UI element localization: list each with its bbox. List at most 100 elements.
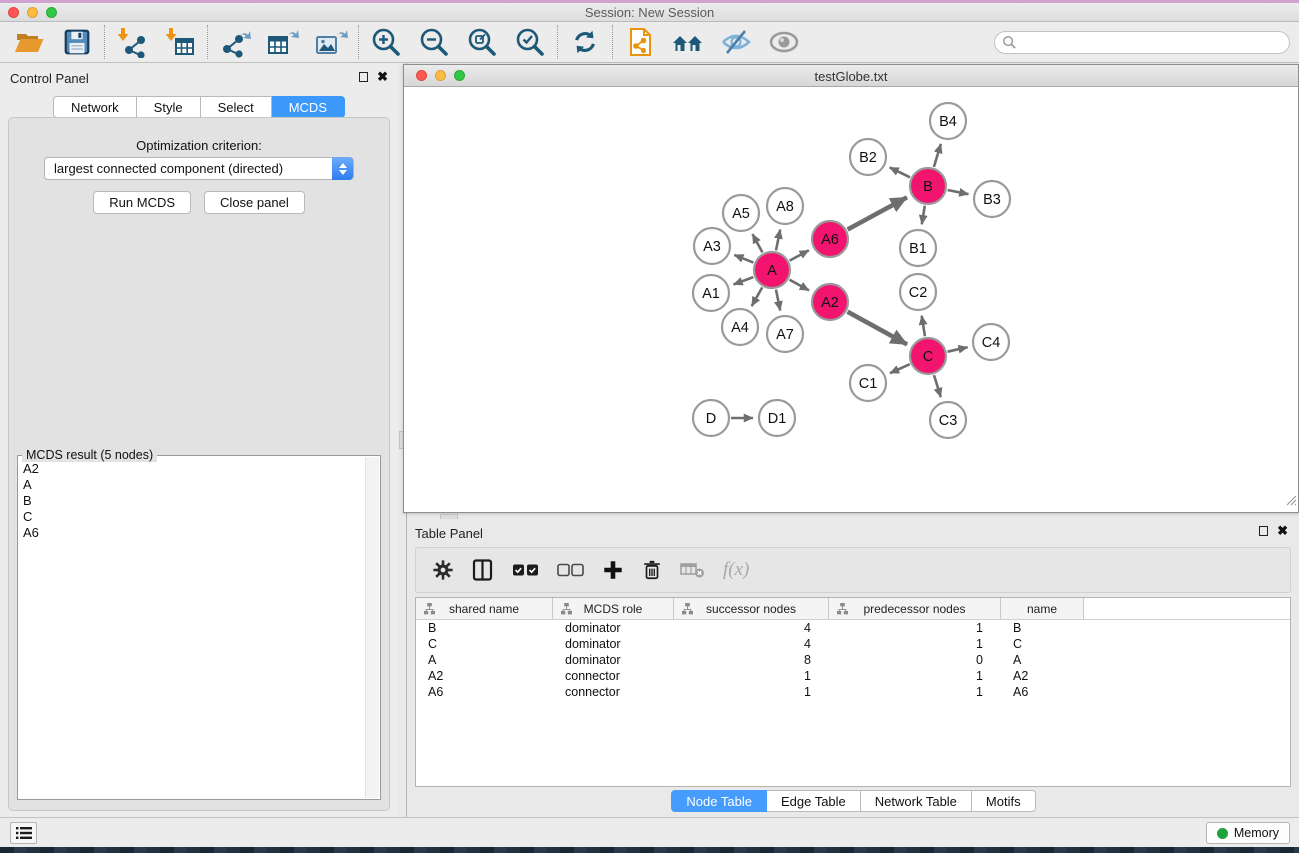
cell[interactable]: 4 [674,636,829,652]
close-panel-icon[interactable]: ✖ [377,72,388,82]
graph-node-A4[interactable]: A4 [722,309,758,345]
run-mcds-button[interactable]: Run MCDS [93,191,191,214]
graph-node-C4[interactable]: C4 [973,324,1009,360]
result-item[interactable]: A [20,477,364,493]
float-table-panel-icon[interactable] [1259,526,1268,536]
control-tab-select[interactable]: Select [201,96,272,118]
cell[interactable]: C [1001,636,1084,652]
cell[interactable]: A [1001,652,1084,668]
close-table-panel-icon[interactable]: ✖ [1277,526,1288,536]
zoom-in-icon[interactable] [367,24,405,60]
cell[interactable]: B [416,620,553,636]
graph-node-A[interactable]: A [754,252,790,288]
cell[interactable]: 1 [674,684,829,700]
cell[interactable]: A6 [1001,684,1084,700]
table-row[interactable]: Bdominator41B [416,620,1290,636]
export-table-icon[interactable] [264,24,302,60]
graph-node-B1[interactable]: B1 [900,230,936,266]
graph-edge-B-B4[interactable] [934,144,941,167]
graph-node-C2[interactable]: C2 [900,274,936,310]
select-all-icon[interactable] [512,562,540,578]
graph-edge-C-C1[interactable] [890,364,910,373]
cell[interactable]: A6 [416,684,553,700]
result-scrollbar[interactable] [365,457,379,798]
cell[interactable]: 1 [829,668,1001,684]
optimization-criterion-select[interactable]: largest connected component (directed) [44,157,354,180]
control-tab-style[interactable]: Style [137,96,201,118]
zoom-selected-icon[interactable] [511,24,549,60]
graph-edge-B-B1[interactable] [922,206,925,225]
cell[interactable]: dominator [553,620,674,636]
column-header-name[interactable]: name [1001,598,1084,619]
duplicate-network-icon[interactable] [621,24,659,60]
graph-edge-C-C3[interactable] [934,375,941,397]
memory-button[interactable]: Memory [1206,822,1290,844]
export-image-icon[interactable] [312,24,350,60]
graph-node-C3[interactable]: C3 [930,402,966,438]
graph-edge-A-A7[interactable] [776,290,780,311]
task-history-button[interactable] [10,822,37,844]
export-network-icon[interactable] [216,24,254,60]
cell[interactable]: connector [553,668,674,684]
mcds-result-list[interactable]: A2ABCA6 [20,461,364,797]
cell[interactable]: dominator [553,652,674,668]
graph-node-B3[interactable]: B3 [974,181,1010,217]
graph-edge-C-C2[interactable] [922,316,925,337]
graph-node-C[interactable]: C [910,338,946,374]
hide-annotations-icon[interactable] [717,24,755,60]
graph-edge-A-A4[interactable] [752,287,763,306]
save-session-icon[interactable] [58,24,96,60]
refresh-icon[interactable] [566,24,604,60]
graph-edge-A-A5[interactable] [753,234,763,252]
graph-edge-A-A2[interactable] [790,280,810,291]
column-header-MCDS-role[interactable]: MCDS role [553,598,674,619]
table-tab-motifs[interactable]: Motifs [972,790,1036,812]
cell[interactable]: 8 [674,652,829,668]
cell[interactable]: 1 [829,684,1001,700]
show-columns-icon[interactable] [471,558,495,582]
cell[interactable]: dominator [553,636,674,652]
graph-edge-A6-B[interactable] [848,197,907,229]
graph-edge-A-A1[interactable] [734,277,754,284]
column-header-predecessor-nodes[interactable]: predecessor nodes [829,598,1001,619]
graph-node-C1[interactable]: C1 [850,365,886,401]
graph-node-D1[interactable]: D1 [759,400,795,436]
table-settings-gear-icon[interactable] [432,559,454,581]
show-graphics-details-icon[interactable] [765,24,803,60]
result-item[interactable]: C [20,509,364,525]
control-tab-network[interactable]: Network [53,96,137,118]
graph-node-A2[interactable]: A2 [812,284,848,320]
graph-node-A1[interactable]: A1 [693,275,729,311]
import-network-icon[interactable] [113,24,151,60]
deselect-all-icon[interactable] [557,562,585,578]
graph-edge-A-A3[interactable] [734,255,753,263]
import-table-icon[interactable] [161,24,199,60]
cell[interactable]: connector [553,684,674,700]
table-row[interactable]: A6connector11A6 [416,684,1290,700]
graph-node-B[interactable]: B [910,168,946,204]
column-header-shared-name[interactable]: shared name [416,598,553,619]
cell[interactable]: 1 [674,668,829,684]
zoom-out-icon[interactable] [415,24,453,60]
graph-edge-A2-C[interactable] [848,312,908,345]
close-panel-button[interactable]: Close panel [204,191,305,214]
cell[interactable]: A2 [416,668,553,684]
delete-column-trash-icon[interactable] [641,559,663,581]
search-field[interactable] [994,31,1290,54]
table-row[interactable]: A2connector11A2 [416,668,1290,684]
table-row[interactable]: Cdominator41C [416,636,1290,652]
cell[interactable]: 0 [829,652,1001,668]
graph-node-B4[interactable]: B4 [930,103,966,139]
resize-grip-icon[interactable] [1284,493,1297,511]
graph-edge-C-C4[interactable] [948,347,968,352]
graph-node-A8[interactable]: A8 [767,188,803,224]
result-item[interactable]: A2 [20,461,364,477]
cell[interactable]: C [416,636,553,652]
cell[interactable]: 1 [829,620,1001,636]
table-tab-network-table[interactable]: Network Table [861,790,972,812]
graph-node-B2[interactable]: B2 [850,139,886,175]
control-tab-mcds[interactable]: MCDS [272,96,345,118]
cell[interactable]: A2 [1001,668,1084,684]
cell[interactable]: 4 [674,620,829,636]
table-tab-node-table[interactable]: Node Table [671,790,767,812]
